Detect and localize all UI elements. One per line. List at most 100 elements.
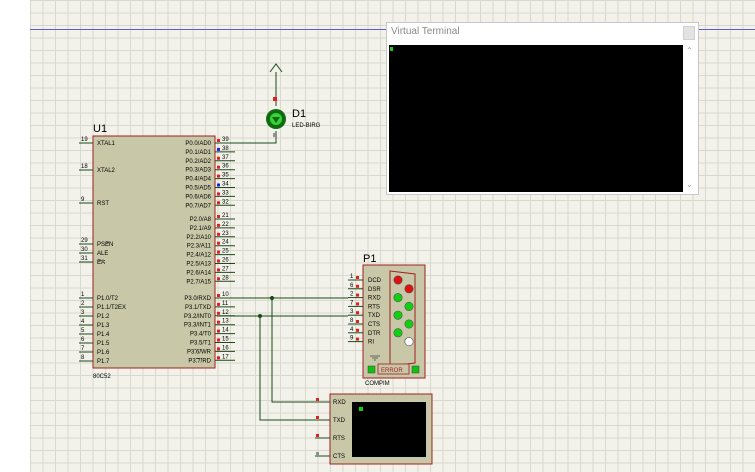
- p1-pin-name: RTS: [368, 304, 380, 310]
- u1-pin-number: 34: [222, 182, 229, 188]
- scroll-down-icon[interactable]: ⌄: [686, 181, 693, 189]
- u1-pin-state: [217, 165, 220, 169]
- p1-pin-name: RI: [368, 340, 374, 346]
- u1-pin-number: 10: [222, 292, 229, 298]
- d1-pin-marker-bottom: [273, 133, 277, 137]
- u1-pin-state: [217, 277, 220, 281]
- u1-pin-number: 18: [81, 164, 88, 170]
- u1-pin-state: [217, 215, 220, 218]
- terminal-scrollbar[interactable]: ⌃ ⌄: [684, 45, 696, 192]
- p1-status-led-left: [367, 365, 376, 374]
- p1-pin-name: DCD: [368, 278, 382, 284]
- u1-pin-name: P2.3/A11: [187, 244, 212, 250]
- d1-part: LED-BIRG: [292, 123, 321, 129]
- p1-status-led: [404, 284, 414, 294]
- u1-pin-number: 15: [222, 337, 229, 343]
- u1-pin-name: P3.1/TXD: [185, 305, 212, 311]
- u1-pin-name: P0.1/AD1: [185, 150, 211, 156]
- p1-status-led-right: [411, 365, 420, 374]
- u1-pin-state: [217, 259, 220, 263]
- u1-pin-name: P1.6: [97, 350, 110, 356]
- u1-pin-number: 3: [81, 310, 85, 316]
- u1-pin-name: P2.0/A8: [190, 217, 212, 223]
- u1-microcontroller[interactable]: U1 80C52 19XTAL118XTAL29RST29PSEN30ALE31…: [79, 123, 235, 380]
- u1-pin-state: [217, 302, 220, 306]
- scroll-up-icon[interactable]: ⌃: [686, 47, 693, 55]
- u1-pin-name: P3.2/INT0: [184, 314, 212, 320]
- u1-pin-state: [217, 294, 220, 297]
- u1-pin-number: 13: [222, 319, 229, 325]
- u1-pin-name: P1.7: [97, 359, 110, 365]
- u1-pin-name: P0.4/AD4: [185, 177, 211, 183]
- u1-pin-number: 17: [222, 354, 229, 360]
- virtual-terminal-window[interactable]: Virtual Terminal ⌃ ⌄: [386, 22, 699, 195]
- u1-pin-number: 29: [81, 238, 88, 244]
- vterm-pin-name: TXD: [333, 418, 346, 424]
- p1-pin-state: [356, 284, 359, 288]
- u1-pin-number: 9: [81, 197, 85, 203]
- u1-pin-name: P1.0/T2: [97, 296, 119, 302]
- terminal-screen[interactable]: [389, 45, 683, 192]
- u1-pin-name: P0.7/AD7: [185, 203, 211, 209]
- u1-pin-number: 31: [81, 256, 88, 262]
- p1-pin-number: 8: [350, 318, 354, 324]
- u1-pin-name: ALE: [97, 251, 108, 257]
- u1-pin-name: P2.4/A12: [186, 253, 211, 259]
- u1-pin-name: P3.0/RXD: [184, 296, 211, 302]
- u1-pin-number: 35: [222, 173, 229, 179]
- u1-pin-number: 21: [222, 213, 229, 219]
- vterm-screen: [352, 402, 426, 457]
- close-button[interactable]: [683, 26, 695, 40]
- u1-pin-name: P1.3: [97, 323, 110, 329]
- p1-pin-number: 6: [350, 283, 354, 289]
- power-terminal-icon: [269, 63, 283, 73]
- u1-pin-state: [217, 329, 220, 333]
- u1-pin-name: P2.7/A15: [186, 279, 211, 285]
- u1-pin-name: XTAL1: [97, 141, 116, 147]
- u1-pin-state: [217, 174, 220, 178]
- vterm-pin-state: [316, 398, 319, 401]
- u1-pin-state: [217, 156, 220, 160]
- p1-pin-name: DSR: [368, 287, 381, 293]
- terminal-title: Virtual Terminal: [391, 26, 460, 37]
- p1-pin-name: DTR: [368, 331, 381, 337]
- u1-pin-number: 28: [222, 275, 229, 281]
- vterm-pin-name: CTS: [333, 454, 345, 460]
- p1-error-label: ERROR: [381, 368, 403, 374]
- p1-status-led: [404, 337, 414, 347]
- u1-pin-number: 8: [81, 355, 85, 361]
- u1-pin-state: [217, 223, 220, 227]
- u1-pin-name: P0.2/AD2: [185, 159, 211, 165]
- junction-rxd: [270, 296, 274, 300]
- u1-pin-number: 32: [222, 199, 229, 205]
- u1-pin-name: P0.0/AD0: [185, 141, 211, 147]
- d1-led[interactable]: D1 LED-BIRG: [266, 63, 321, 137]
- u1-pin-number: 14: [222, 328, 229, 334]
- u1-pin-number: 27: [222, 266, 229, 272]
- u1-pin-number: 23: [222, 231, 229, 237]
- u1-pin-state: [217, 147, 220, 151]
- u1-pin-number: 24: [222, 240, 229, 246]
- p1-status-led: [404, 319, 414, 329]
- u1-pin-state: [217, 268, 220, 272]
- p1-pin-state: [356, 293, 359, 297]
- u1-pin-name: P2.5/A13: [186, 262, 211, 268]
- u1-pin-state: [217, 356, 220, 360]
- p1-compim[interactable]: P1 COMPIM ERROR 1 DCD 6 DSR 2 RXD 7 RTS 3 TXD 8 CTS…: [348, 253, 426, 387]
- u1-pin-number: 7: [81, 346, 85, 352]
- u1-pin-name: P3.4/T0: [190, 332, 212, 338]
- u1-pin-state: [217, 250, 220, 254]
- vterm-pin-state: [316, 434, 319, 437]
- vterm-component[interactable]: RXD TXD RTS CTS: [315, 393, 433, 465]
- p1-status-led: [393, 293, 403, 303]
- u1-pin-state: [217, 338, 220, 342]
- u1-pin-name: P1.5: [97, 341, 110, 347]
- u1-pin-state: [217, 347, 220, 351]
- u1-pin-number: 2: [81, 301, 85, 307]
- u1-pin-number: 1: [81, 292, 85, 298]
- vterm-pin-state: [316, 416, 319, 419]
- u1-pin-number: 6: [81, 337, 85, 343]
- u1-pin-state: [217, 241, 220, 245]
- u1-pin-state: [217, 320, 220, 324]
- p1-pin-number: 2: [350, 292, 354, 298]
